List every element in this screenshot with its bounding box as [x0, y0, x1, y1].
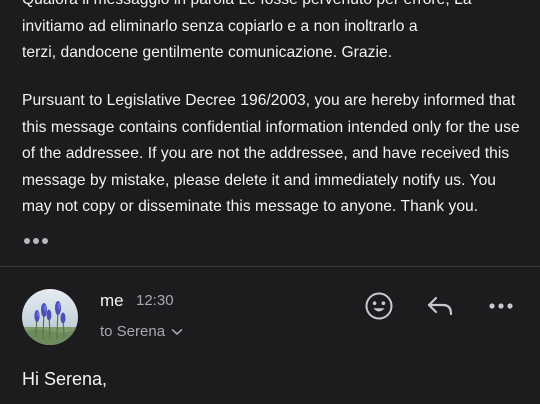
italian-disclaimer-text: Qualora il messaggio in parola Le fosse …: [22, 0, 472, 61]
ellipsis-icon: [24, 238, 30, 244]
more-options-button[interactable]: [485, 290, 517, 322]
ellipsis-icon: [42, 238, 48, 244]
lavender-photo-icon: [22, 289, 78, 345]
recipient-toggle[interactable]: to Serena: [100, 323, 183, 340]
recipient-label: to Serena: [100, 323, 166, 340]
add-reaction-button[interactable]: [363, 290, 395, 322]
smiley-icon: [365, 292, 393, 320]
reply-arrow-icon: [427, 296, 453, 316]
message-divider: [0, 266, 540, 267]
show-trimmed-content-button[interactable]: [24, 238, 48, 244]
ellipsis-icon: [33, 238, 39, 244]
avatar[interactable]: [22, 289, 78, 345]
more-horizontal-icon: [489, 303, 513, 309]
reply-button[interactable]: [424, 290, 456, 322]
message-greeting: Hi Serena,: [22, 369, 108, 389]
message-time: 12:30: [136, 292, 174, 309]
chevron-down-icon: [171, 328, 183, 335]
english-disclaimer-text: Pursuant to Legislative Decree 196/2003,…: [22, 92, 520, 215]
sender-name: me: [100, 291, 124, 310]
